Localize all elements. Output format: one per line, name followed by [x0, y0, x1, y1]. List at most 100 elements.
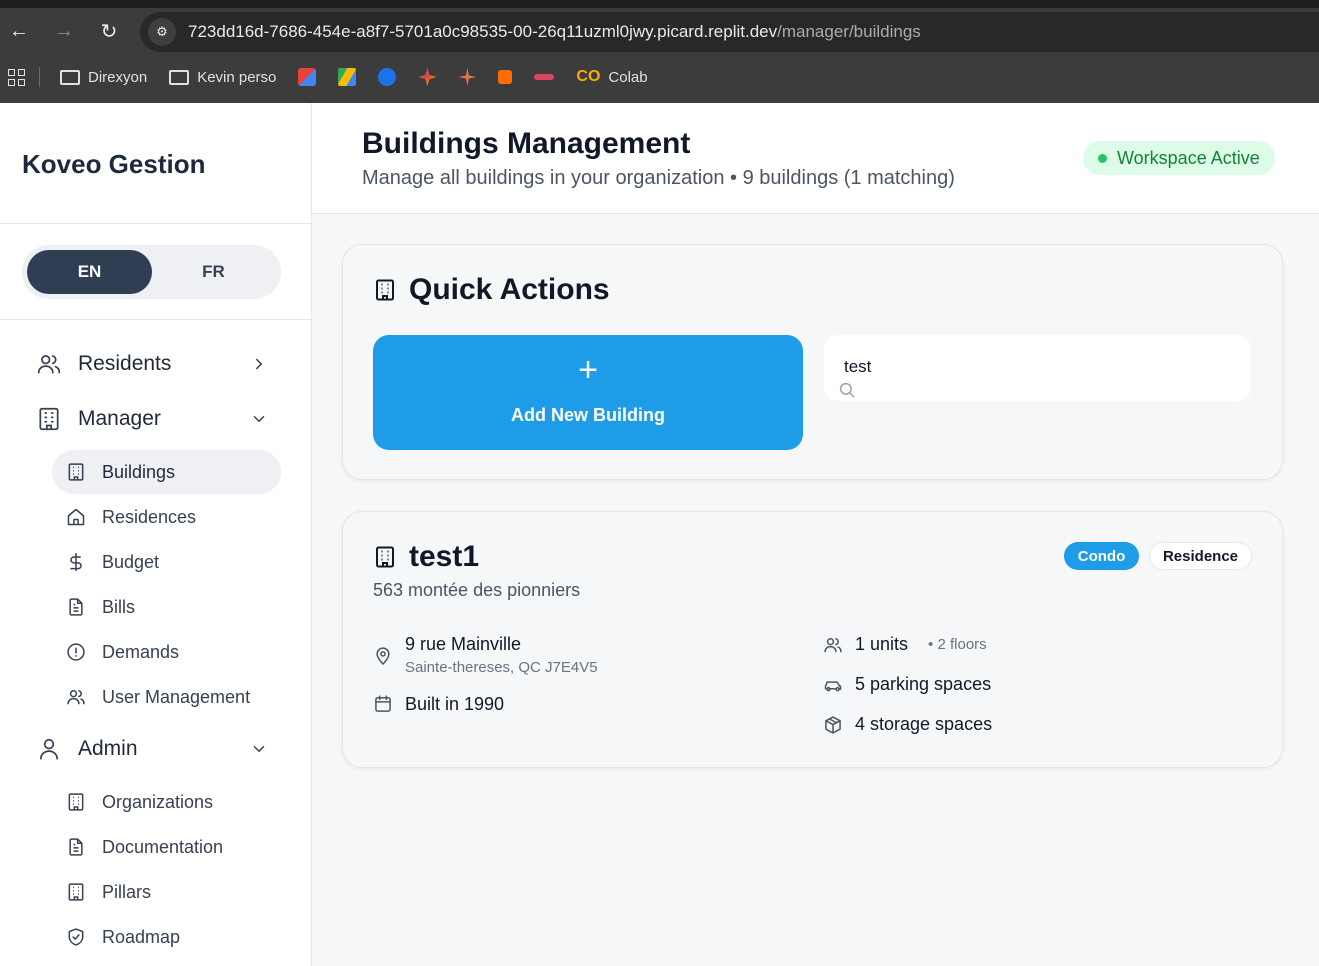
- location-street: 9 rue Mainville: [405, 634, 522, 654]
- sidebar-item-label: Organizations: [102, 791, 214, 812]
- building-name: test1: [409, 540, 480, 573]
- sidebar-item-organizations[interactable]: Organizations: [52, 780, 281, 824]
- sidebar-item-buildings[interactable]: Buildings: [52, 450, 281, 494]
- gmail-icon[interactable]: [298, 68, 317, 86]
- lang-en-button[interactable]: EN: [27, 250, 152, 294]
- package-icon: [823, 715, 843, 735]
- building-storage: 4 storage spaces: [823, 714, 992, 735]
- sidebar-item-label: Bills: [102, 596, 136, 617]
- tab-strip: [0, 0, 1319, 8]
- sidebar-item-label: Documentation: [102, 836, 224, 857]
- page-title: Buildings Management: [362, 127, 691, 160]
- file-icon: [66, 597, 86, 617]
- sidebar-item-budget[interactable]: Budget: [52, 540, 281, 584]
- main-content: Buildings Management Manage all building…: [312, 103, 1319, 966]
- alert-circle-icon: [66, 642, 86, 662]
- nav-group-manager[interactable]: Manager: [36, 406, 276, 432]
- back-icon[interactable]: ←: [6, 18, 32, 44]
- user-icon: [36, 736, 62, 762]
- car-icon: [823, 675, 843, 695]
- building-units: 1 units • 2 floors: [823, 634, 987, 655]
- nav-group-label: Admin: [78, 737, 138, 760]
- tag-condo: Condo: [1064, 542, 1139, 570]
- floors-count: • 2 floors: [928, 636, 987, 653]
- status-badge: Workspace Active: [1083, 141, 1275, 175]
- sidebar-item-label: Budget: [102, 551, 160, 572]
- add-building-button[interactable]: + Add New Building: [373, 335, 803, 450]
- building-icon: [66, 462, 86, 482]
- bookmark-direxyon[interactable]: Direxyon: [60, 69, 147, 86]
- nav-group-residents[interactable]: Residents: [36, 351, 276, 377]
- sidebar-item-roadmap[interactable]: Roadmap: [52, 915, 281, 959]
- search-input[interactable]: [844, 357, 1224, 377]
- n8n-icon[interactable]: [534, 74, 555, 80]
- reload-icon[interactable]: ↻: [96, 18, 122, 44]
- bookmark-colab[interactable]: CO Colab: [576, 68, 647, 86]
- units-count: 1 units: [855, 634, 909, 654]
- plus-icon: +: [578, 351, 598, 389]
- bookmark-label: Kevin perso: [197, 68, 277, 86]
- search-icon: [838, 381, 856, 399]
- sidebar-item-residences[interactable]: Residences: [52, 495, 281, 539]
- building-icon: [373, 545, 397, 569]
- zapier-icon[interactable]: [498, 70, 513, 84]
- sidebar: Koveo Gestion EN FR Residents Manager Bu…: [0, 103, 312, 966]
- shield-icon: [66, 927, 86, 947]
- brand-title: Koveo Gestion: [22, 149, 206, 179]
- bookmark-kevin-perso[interactable]: Kevin perso: [169, 69, 276, 86]
- sidebar-item-documentation[interactable]: Documentation: [52, 825, 281, 869]
- apps-icon[interactable]: [8, 68, 25, 86]
- sidebar-item-bills[interactable]: Bills: [52, 585, 281, 629]
- colab-icon: CO: [576, 68, 601, 85]
- sidebar-item-label: Residences: [102, 506, 197, 527]
- chevron-down-icon: [250, 740, 268, 758]
- calendar-icon: [373, 694, 393, 714]
- nav-group-label: Residents: [78, 352, 172, 375]
- building-icon: [373, 278, 397, 302]
- file-icon: [66, 837, 86, 857]
- users-icon: [66, 687, 86, 707]
- sidebar-item-user-management[interactable]: User Management: [52, 675, 281, 719]
- forward-icon[interactable]: →: [51, 18, 77, 44]
- language-toggle: EN FR: [22, 245, 281, 299]
- address-bar[interactable]: ⚙ 723dd16d-7686-454e-a8f7-5701a0c98535-0…: [140, 12, 1319, 52]
- add-building-label: Add New Building: [511, 405, 665, 425]
- bookmarks-bar: Direxyon Kevin perso CO Colab: [0, 60, 1319, 94]
- lang-fr-button[interactable]: FR: [151, 250, 276, 294]
- sidebar-item-demands[interactable]: Demands: [52, 630, 281, 674]
- gemini-icon[interactable]: [418, 68, 437, 86]
- parking-count: 5 parking spaces: [855, 674, 992, 694]
- building-icon: [36, 406, 62, 432]
- drive-icon[interactable]: [338, 68, 357, 86]
- page-header: Buildings Management Manage all building…: [312, 103, 1319, 214]
- building-card[interactable]: test1 563 montée des pionniers Condo Res…: [342, 511, 1283, 768]
- claude-icon[interactable]: [458, 68, 477, 86]
- sidebar-item-pillars[interactable]: Pillars: [52, 870, 281, 914]
- folder-icon: [169, 69, 190, 85]
- quick-actions-heading: Quick Actions: [373, 273, 610, 307]
- home-icon: [66, 507, 86, 527]
- site-info-icon[interactable]: ⚙: [148, 18, 176, 46]
- storage-count: 4 storage spaces: [855, 714, 993, 734]
- divider: [0, 319, 311, 320]
- divider: [0, 223, 311, 224]
- chevron-down-icon: [250, 410, 268, 428]
- folder-icon: [60, 69, 80, 85]
- building-heading: test1: [373, 540, 479, 574]
- search-box[interactable]: [824, 335, 1251, 401]
- building-year: Built in 1990: [373, 694, 504, 715]
- nav-group-admin[interactable]: Admin: [36, 736, 276, 762]
- sidebar-item-label: Pillars: [102, 881, 152, 902]
- nav-group-label: Manager: [78, 407, 161, 430]
- url-host: 723dd16d-7686-454e-a8f7-5701a0c98535-00-…: [188, 22, 778, 41]
- c-app-icon[interactable]: [378, 68, 397, 86]
- browser-chrome: ← → ↻ ⚙ 723dd16d-7686-454e-a8f7-5701a0c9…: [0, 0, 1319, 103]
- building-address: 563 montée des pionniers: [373, 580, 581, 600]
- users-icon: [823, 635, 843, 655]
- tag-residence: Residence: [1149, 542, 1252, 570]
- url-text[interactable]: 723dd16d-7686-454e-a8f7-5701a0c98535-00-…: [188, 22, 921, 42]
- building-location: 9 rue Mainville Sainte-thereses, QC J7E4…: [373, 634, 598, 676]
- chevron-right-icon: [250, 355, 268, 373]
- map-pin-icon: [373, 646, 393, 666]
- sidebar-item-label: Demands: [102, 641, 180, 662]
